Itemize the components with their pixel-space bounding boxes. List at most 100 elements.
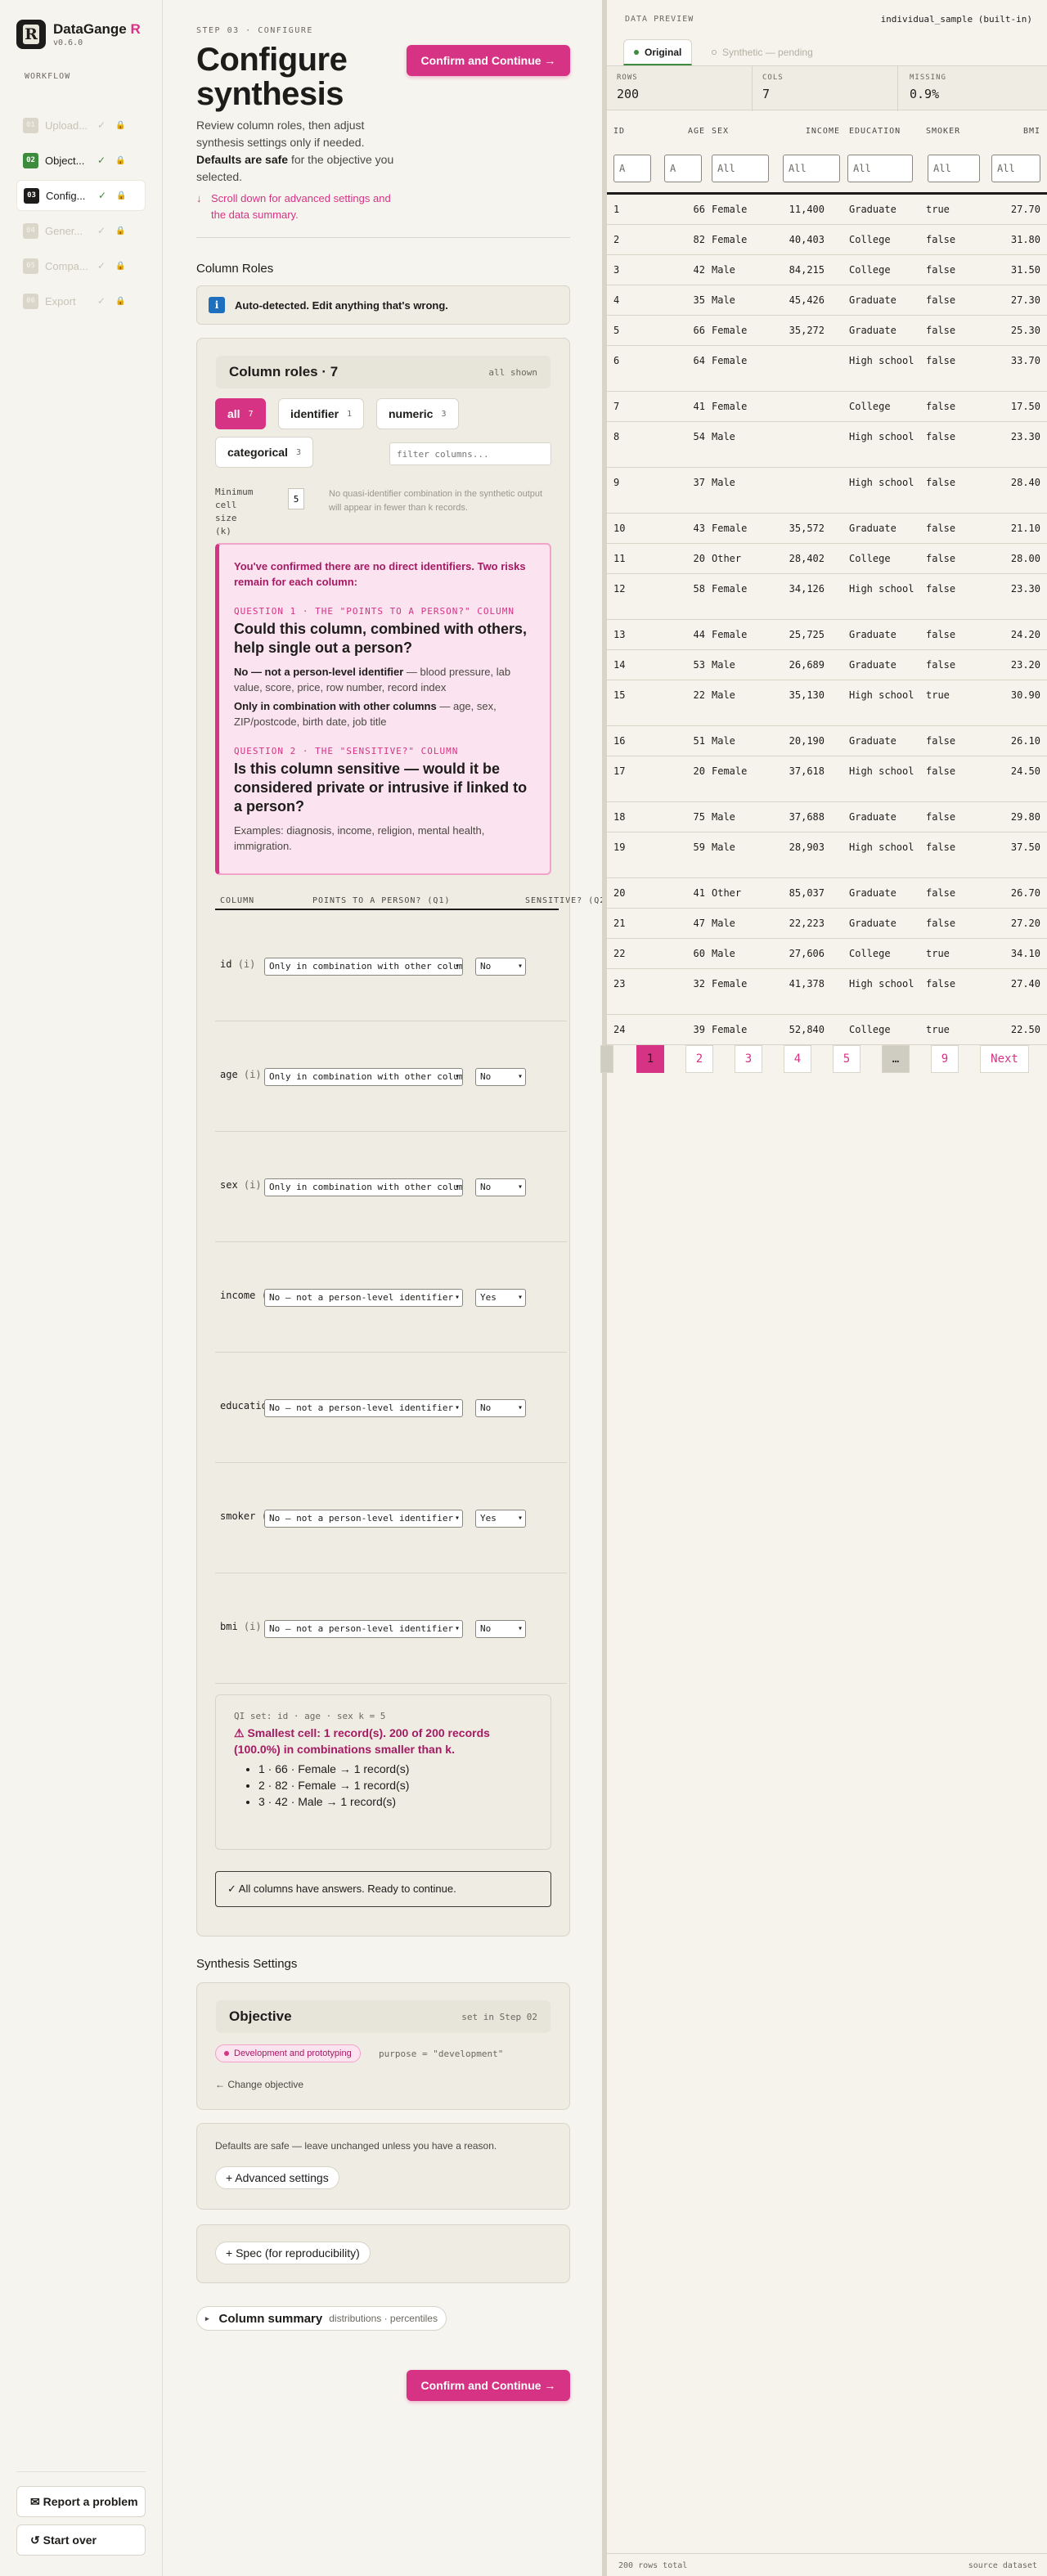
cell-sex: Female <box>712 523 748 534</box>
change-objective-link[interactable]: ← Change objective <box>215 2079 303 2090</box>
stat-label: MISSING <box>910 74 946 82</box>
start-over-button[interactable]: ↺ Start over <box>16 2524 146 2556</box>
lock-icon: 🔒 <box>115 155 126 165</box>
sensitive-select[interactable]: No <box>475 1068 526 1086</box>
points-to-person-select[interactable]: No — not a person-level identifier <box>264 1289 463 1307</box>
data-row: 21 47 Male 22,223 Graduate false 27.20 <box>607 909 1047 939</box>
points-to-person-select[interactable]: No — not a person-level identifier <box>264 1620 463 1638</box>
cell-education: College <box>849 948 891 959</box>
pager-prev-button[interactable] <box>600 1045 613 1073</box>
column-header-smoker[interactable]: SMOKER <box>926 127 960 136</box>
step-number: 06 <box>23 293 38 309</box>
info-icon[interactable]: (i) <box>244 1179 262 1191</box>
tab-original[interactable]: Original <box>623 39 693 65</box>
qi-combination-item: 3 · 42 · Male → 1 record(s) <box>258 1793 532 1810</box>
sidebar-step-3[interactable]: 03 Config... ✓ 🔒 <box>16 180 146 211</box>
role-filter-chip-numeric[interactable]: numeric 3 <box>376 398 459 429</box>
sensitive-select[interactable]: No <box>475 958 526 976</box>
scroll-hint-link[interactable]: ↓ Scroll down for advanced settings and t… <box>196 191 393 223</box>
cell-income: 26,689 <box>789 659 825 671</box>
cell-education: High school <box>849 583 914 595</box>
pager-page-1[interactable]: 1 <box>636 1045 664 1073</box>
confirm-continue-button-bottom[interactable]: Confirm and Continue → <box>407 2370 570 2401</box>
data-row: 6 64 Female High school false 33.70 <box>607 346 1047 392</box>
sidebar-step-4[interactable]: 04 Gener... ✓ 🔒 <box>16 215 146 246</box>
chip-count: 3 <box>295 447 301 457</box>
cell-id: 24 <box>613 1024 626 1035</box>
column-role-row: sex (i) Only in combination with other co… <box>215 1132 567 1242</box>
chip-count: 1 <box>347 409 353 419</box>
column-summary-toggle[interactable]: ▸ Column summary distributions · percent… <box>196 2306 447 2331</box>
filter-columns-input[interactable] <box>389 442 551 465</box>
column-header-id[interactable]: ID <box>613 127 625 136</box>
defaults-card: Defaults are safe — leave unchanged unle… <box>196 2123 570 2210</box>
step-number: 03 <box>24 187 39 204</box>
sidebar-step-1[interactable]: 01 Upload... ✓ 🔒 <box>16 110 146 141</box>
role-filter-chip-identifier[interactable]: identifier 1 <box>278 398 365 429</box>
column-filter-id[interactable]: A <box>613 155 651 182</box>
column-header-education[interactable]: EDUCATION <box>849 127 901 136</box>
confirm-continue-button-top[interactable]: Confirm and Continue → <box>407 45 570 76</box>
points-to-person-select[interactable]: No — not a person-level identifier <box>264 1510 463 1528</box>
sensitive-select[interactable]: Yes <box>475 1289 526 1307</box>
sidebar-step-2[interactable]: 02 Object... ✓ 🔒 <box>16 145 146 176</box>
cell-sex: Other <box>712 553 742 564</box>
cell-income: 25,725 <box>789 629 825 640</box>
spec-toggle-button[interactable]: + Spec (for reproducibility) <box>215 2242 371 2264</box>
cell-income: 22,223 <box>789 918 825 929</box>
cell-age: 54 <box>693 431 705 442</box>
column-header-age[interactable]: AGE <box>664 127 705 136</box>
cell-age: 20 <box>693 553 705 564</box>
pager-page-2[interactable]: 2 <box>685 1045 713 1073</box>
column-name-text: sex <box>220 1179 238 1191</box>
report-problem-button[interactable]: ✉ Report a problem <box>16 2486 146 2517</box>
cell-bmi: 24.50 <box>1010 765 1040 777</box>
pager-page-9[interactable]: 9 <box>931 1045 959 1073</box>
pager-next-button[interactable]: Next <box>980 1045 1029 1073</box>
column-header-sex[interactable]: SEX <box>712 127 729 136</box>
points-to-person-select[interactable]: Only in combination with other columns <box>264 1178 463 1196</box>
points-to-person-select[interactable]: No — not a person-level identifier <box>264 1399 463 1417</box>
role-filter-chip-all[interactable]: all 7 <box>215 398 266 429</box>
min-cell-size-input[interactable] <box>288 488 304 509</box>
column-header-income[interactable]: INCOME <box>791 127 840 136</box>
pager-page-3[interactable]: 3 <box>735 1045 762 1073</box>
cell-smoker: false <box>926 325 956 336</box>
info-icon[interactable]: (i) <box>244 1621 262 1632</box>
pager-page-4[interactable]: 4 <box>784 1045 811 1073</box>
cell-bmi: 17.50 <box>1010 401 1040 412</box>
pagination: 1 2 3 4 5 … 9 Next <box>600 1043 1047 1075</box>
role-filter-chip-categorical[interactable]: categorical 3 <box>215 437 313 468</box>
cell-smoker: false <box>926 629 956 640</box>
tab-synthetic[interactable]: Synthetic — pending <box>702 39 823 65</box>
sidebar-step-6[interactable]: 06 Export ✓ 🔒 <box>16 285 146 316</box>
column-filter-income[interactable]: All <box>783 155 840 182</box>
sensitive-select[interactable]: Yes <box>475 1510 526 1528</box>
advanced-settings-button[interactable]: + Advanced settings <box>215 2166 339 2189</box>
cell-bmi: 22.50 <box>1010 1024 1040 1035</box>
points-to-person-select[interactable]: Only in combination with other columns <box>264 1068 463 1086</box>
column-filter-age[interactable]: A <box>664 155 702 182</box>
cell-education: Graduate <box>849 735 896 747</box>
info-icon[interactable]: (i) <box>238 958 256 970</box>
data-preview-panel: DATA PREVIEW individual_sample (built-in… <box>600 0 1047 2576</box>
question-2-examples: Examples: diagnosis, income, religion, m… <box>234 824 485 852</box>
sensitive-select[interactable]: No <box>475 1178 526 1196</box>
pager-page-5[interactable]: 5 <box>833 1045 861 1073</box>
cell-income: 41,378 <box>789 978 825 990</box>
info-icon[interactable]: (i) <box>244 1069 262 1080</box>
cell-bmi: 21.10 <box>1010 523 1040 534</box>
column-filter-sex[interactable]: All <box>712 155 769 182</box>
sensitive-select[interactable]: No <box>475 1620 526 1638</box>
column-filter-education[interactable]: All <box>847 155 913 182</box>
column-filter-bmi[interactable]: All <box>991 155 1040 182</box>
cell-sex: Male <box>712 477 735 488</box>
column-header-bmi[interactable]: BMI <box>991 127 1040 136</box>
sensitive-select[interactable]: No <box>475 1399 526 1417</box>
smallest-cell-warning: ⚠ Smallest cell: 1 record(s). 200 of 200… <box>234 1726 490 1756</box>
cell-id: 19 <box>613 841 626 853</box>
points-to-person-select[interactable]: Only in combination with other columns <box>264 958 463 976</box>
sidebar-step-5[interactable]: 05 Compa... ✓ 🔒 <box>16 250 146 281</box>
cell-sex: Male <box>712 294 735 306</box>
column-filter-smoker[interactable]: All <box>928 155 980 182</box>
